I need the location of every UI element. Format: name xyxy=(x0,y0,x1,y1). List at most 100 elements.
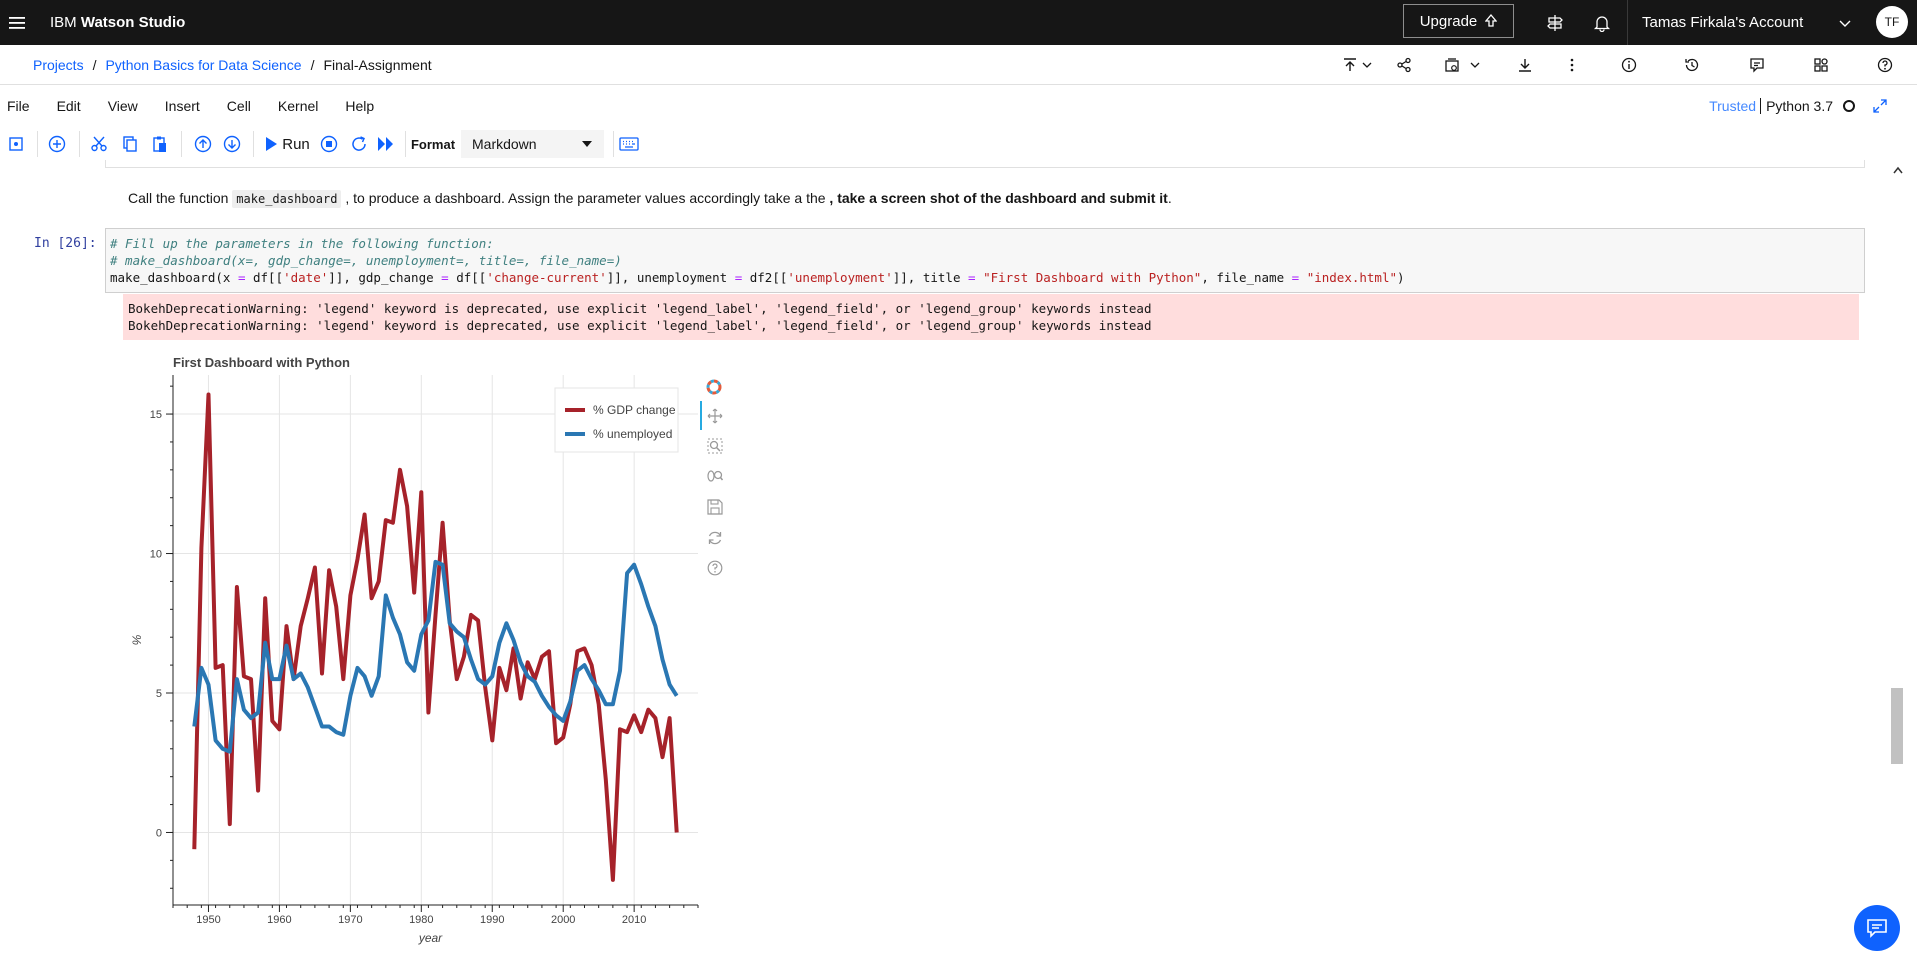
x-tick-label: 2010 xyxy=(622,914,646,926)
breadcrumb-separator: / xyxy=(310,56,315,73)
breadcrumb-separator: / xyxy=(92,56,97,73)
breadcrumb-project[interactable]: Python Basics for Data Science xyxy=(105,57,301,73)
data-assets-icon[interactable] xyxy=(1801,45,1841,85)
reset-icon[interactable] xyxy=(707,530,723,551)
keyboard-shortcuts-icon[interactable] xyxy=(617,126,641,162)
legend-box xyxy=(554,387,679,453)
code-token: ) xyxy=(1397,270,1405,285)
trusted-indicator[interactable]: Trusted xyxy=(1709,98,1756,114)
chevron-down-icon[interactable] xyxy=(1465,45,1485,85)
bokeh-plot[interactable]: First Dashboard with Python 1950 1960 1970 1… xyxy=(123,350,743,953)
code-token: = xyxy=(968,270,976,285)
y-tick-label: 15 xyxy=(150,409,162,421)
code-token: ]], gdp_change xyxy=(328,270,442,285)
copy-icon[interactable] xyxy=(119,126,141,162)
chat-button[interactable] xyxy=(1854,905,1900,951)
bokeh-logo-icon[interactable] xyxy=(705,378,723,401)
upgrade-arrow-icon xyxy=(1485,14,1498,27)
cell-format-select[interactable]: Markdown xyxy=(461,130,604,158)
code-cell-editor[interactable]: # Fill up the parameters in the followin… xyxy=(105,228,1865,293)
kernel-name[interactable]: Python 3.7 xyxy=(1760,98,1833,114)
share-icon[interactable] xyxy=(1384,45,1424,85)
previous-cell-edge xyxy=(105,160,1865,168)
format-label: Format xyxy=(410,136,456,152)
scroll-up-icon[interactable] xyxy=(1893,166,1903,174)
menu-kernel[interactable]: Kernel xyxy=(268,98,328,114)
avatar[interactable]: TF xyxy=(1876,6,1908,38)
kernel-status: Trusted Python 3.7 xyxy=(1709,86,1887,126)
restart-kernel-icon[interactable] xyxy=(348,126,370,162)
chevron-down-icon[interactable] xyxy=(1357,45,1377,85)
move-up-icon[interactable] xyxy=(192,126,214,162)
restart-run-all-icon[interactable] xyxy=(375,126,397,162)
overflow-menu-icon[interactable] xyxy=(1552,45,1592,85)
expand-icon[interactable] xyxy=(1873,99,1887,113)
wheel-zoom-icon[interactable] xyxy=(707,468,724,489)
code-token: df2[[ xyxy=(742,270,788,285)
toolbar-divider xyxy=(253,131,254,157)
account-switcher[interactable]: Tamas Firkala's Account xyxy=(1642,0,1803,45)
brand-name: Watson Studio xyxy=(80,14,186,31)
code-line-1: # Fill up the parameters in the followin… xyxy=(110,236,494,251)
information-icon[interactable] xyxy=(1609,45,1649,85)
x-tick-label: 2000 xyxy=(551,914,575,926)
pan-tool-icon[interactable] xyxy=(707,408,723,429)
paste-icon[interactable] xyxy=(149,126,171,162)
code-token: "First Dashboard with Python" xyxy=(983,270,1202,285)
box-zoom-icon[interactable] xyxy=(707,438,723,459)
notification-bell-icon[interactable] xyxy=(1578,0,1626,45)
x-tick-label: 1990 xyxy=(480,914,504,926)
help-icon[interactable] xyxy=(1865,45,1905,85)
code-line-2: # make_dashboard(x=, gdp_change=, unempl… xyxy=(110,253,622,268)
run-button[interactable]: Run xyxy=(262,126,312,162)
toolbar-divider xyxy=(405,131,406,157)
top-bar: IBM Watson Studio xyxy=(0,0,1917,45)
y-tick-label: 5 xyxy=(156,688,162,700)
x-axis-label: year xyxy=(418,931,443,945)
notebook-scrollbar[interactable] xyxy=(1890,162,1904,953)
menu-view[interactable]: View xyxy=(98,98,148,114)
series-line-gdp-change xyxy=(192,392,679,882)
move-down-icon[interactable] xyxy=(221,126,243,162)
menu-cell[interactable]: Cell xyxy=(217,98,261,114)
breadcrumb: Projects / Python Basics for Data Scienc… xyxy=(33,57,432,73)
cut-icon[interactable] xyxy=(88,126,110,162)
toolbar-divider xyxy=(181,131,182,157)
signpost-icon[interactable] xyxy=(1531,0,1579,45)
code-token: 'date' xyxy=(283,270,329,285)
markdown-cell[interactable]: Call the function make_dashboard , to pr… xyxy=(128,190,1172,208)
save-plot-icon[interactable] xyxy=(707,499,723,520)
menu-insert[interactable]: Insert xyxy=(155,98,210,114)
hamburger-menu-icon[interactable] xyxy=(0,0,34,45)
stop-icon[interactable] xyxy=(318,126,340,162)
breadcrumb-projects[interactable]: Projects xyxy=(33,57,84,73)
x-tick-label: 1960 xyxy=(267,914,291,926)
legend-label: % unemployed xyxy=(593,427,672,441)
download-icon[interactable] xyxy=(1505,45,1545,85)
insert-cell-icon[interactable] xyxy=(46,126,68,162)
save-icon[interactable] xyxy=(5,126,27,162)
upgrade-label: Upgrade xyxy=(1419,12,1478,30)
md-text-bold: , take a screen shot of the dashboard an… xyxy=(829,190,1168,206)
chart-title: First Dashboard with Python xyxy=(173,355,350,370)
upgrade-button[interactable]: Upgrade xyxy=(1403,4,1514,38)
md-text-middle: , to produce a dashboard. Assign the par… xyxy=(341,190,830,206)
menu-help[interactable]: Help xyxy=(335,98,384,114)
chevron-down-icon[interactable] xyxy=(1838,16,1852,30)
code-token: , file_name xyxy=(1201,270,1292,285)
cell-prompt: In [26]: xyxy=(34,236,97,251)
comments-icon[interactable] xyxy=(1737,45,1777,85)
product-brand[interactable]: IBM Watson Studio xyxy=(50,14,185,31)
md-text-before: Call the function xyxy=(128,190,233,206)
code-token: 'change-current' xyxy=(486,270,607,285)
code-token: "index.html" xyxy=(1306,270,1397,285)
menu-file[interactable]: File xyxy=(0,98,40,114)
scrollbar-thumb[interactable] xyxy=(1891,688,1903,764)
x-tick-label: 1950 xyxy=(196,914,220,926)
stderr-line: BokehDeprecationWarning: 'legend' keywor… xyxy=(128,301,1152,316)
history-icon[interactable] xyxy=(1672,45,1712,85)
account-label: Tamas Firkala's Account xyxy=(1642,14,1804,31)
help-icon[interactable] xyxy=(707,560,723,581)
menu-edit[interactable]: Edit xyxy=(47,98,91,114)
y-axis-label: % xyxy=(130,634,144,645)
